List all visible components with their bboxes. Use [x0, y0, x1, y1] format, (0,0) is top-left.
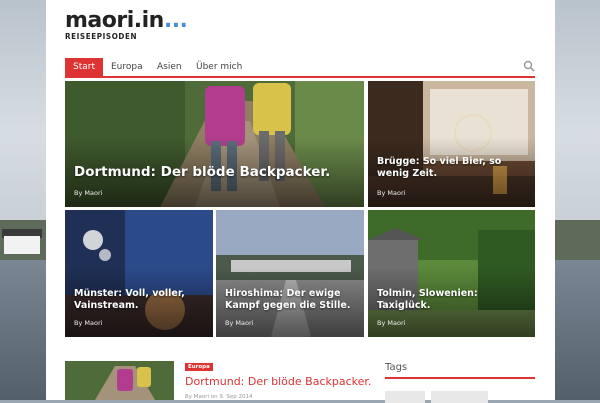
featured-post-bruegge[interactable]: Brügge: So viel Bier, so wenig Zeit. By … [368, 81, 535, 207]
tags-heading: Tags [385, 362, 408, 373]
nav-item-ueber-mich[interactable]: Über mich [188, 58, 250, 76]
tags-divider [385, 377, 535, 379]
background-scenery-left [0, 0, 46, 400]
nav-item-start[interactable]: Start [65, 58, 103, 76]
tile-byline: By Maori [377, 319, 406, 327]
tile-byline: By Maori [74, 319, 103, 327]
featured-post-tolmin[interactable]: Tolmin, Slowenien: Taxiglück. By Maori [368, 210, 535, 337]
tile-title[interactable]: Brügge: So viel Bier, so wenig Zeit. [377, 156, 527, 180]
main-nav: Start Europa Asien Über mich [65, 58, 535, 78]
post-meta: By Maori on 9. Sep 2014 [185, 394, 253, 400]
page-container: maori.in... REISEEPISODEN Start Europa A… [46, 0, 555, 403]
tag-chip[interactable] [431, 391, 488, 403]
featured-post-dortmund[interactable]: Dortmund: Der blöde Backpacker. By Maori [65, 81, 364, 207]
tile-title[interactable]: Dortmund: Der blöde Backpacker. [74, 164, 330, 181]
nav-item-asien[interactable]: Asien [149, 58, 190, 76]
tag-chip[interactable] [385, 391, 425, 403]
logo-dots: ... [163, 8, 188, 33]
search-icon[interactable] [523, 60, 535, 72]
site-logo[interactable]: maori.in... REISEEPISODEN [65, 8, 188, 42]
logo-subtitle: REISEEPISODEN [65, 32, 138, 41]
nav-item-europa[interactable]: Europa [103, 58, 151, 76]
post-thumbnail[interactable] [65, 361, 174, 400]
featured-post-muenster[interactable]: Münster: Voll, voller, Vainstream. By Ma… [65, 210, 213, 337]
featured-post-hiroshima[interactable]: Hiroshima: Der ewige Kampf gegen die Sti… [216, 210, 364, 337]
tile-byline: By Maori [74, 189, 103, 197]
tile-title[interactable]: Hiroshima: Der ewige Kampf gegen die Sti… [225, 288, 360, 312]
tile-byline: By Maori [377, 189, 406, 197]
post-thumbnail-image [65, 361, 174, 400]
category-badge[interactable]: Europa [185, 363, 213, 371]
tile-title[interactable]: Tolmin, Slowenien: Taxiglück. [377, 288, 527, 312]
tile-title[interactable]: Münster: Voll, voller, Vainstream. [74, 288, 204, 312]
background-scenery-right [554, 0, 600, 400]
post-title[interactable]: Dortmund: Der blöde Backpacker. [185, 375, 371, 388]
tile-byline: By Maori [225, 319, 254, 327]
logo-title: maori.in... [65, 8, 188, 33]
